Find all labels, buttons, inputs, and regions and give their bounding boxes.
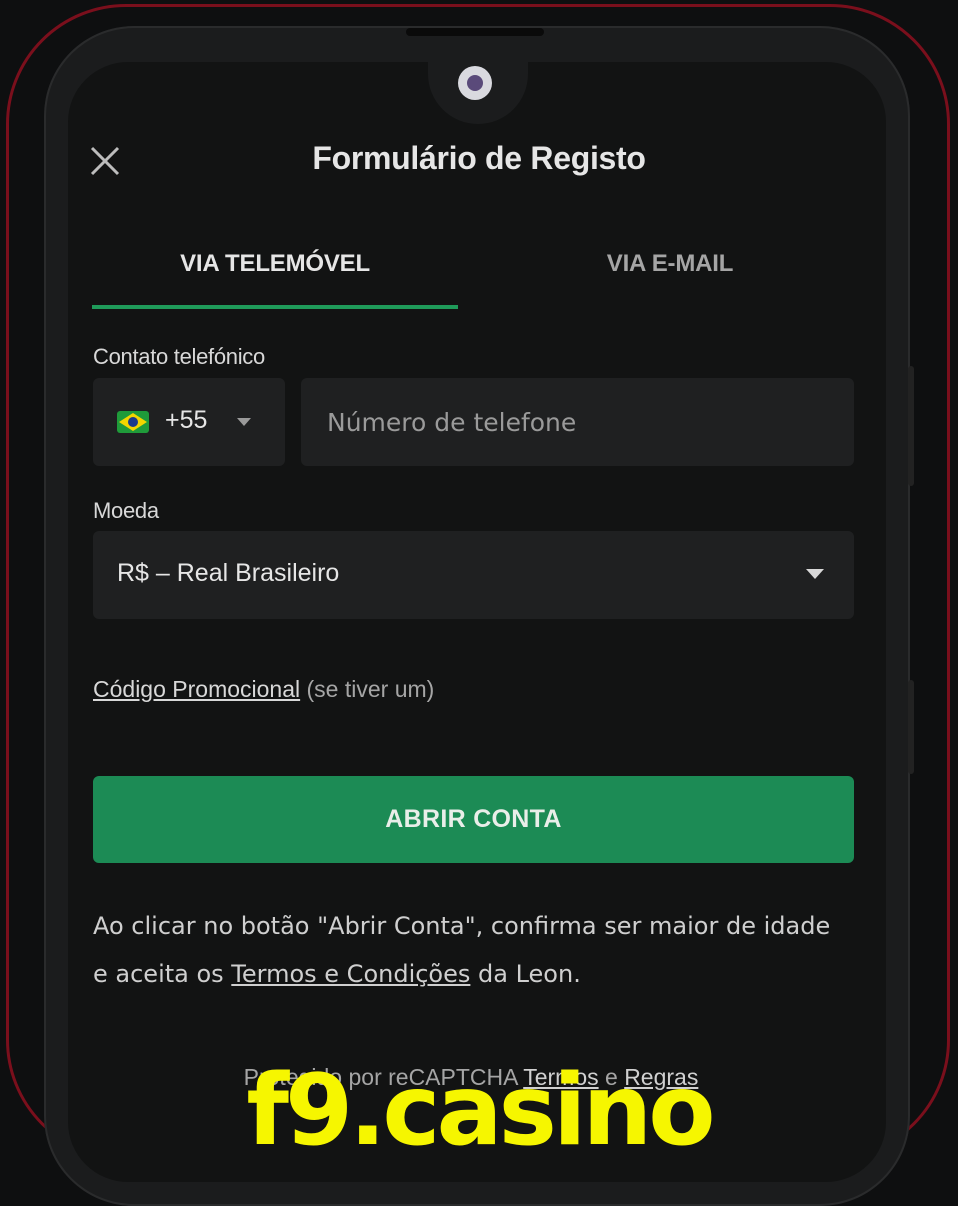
promo-hint: (se tiver um) <box>306 676 435 702</box>
tab-email[interactable]: VIA E-MAIL <box>470 250 870 278</box>
terms-disclaimer: Ao clicar no botão "Abrir Conta", confir… <box>93 902 833 998</box>
terms-link[interactable]: Termos e Condições <box>231 960 470 988</box>
page-title: Formulário de Registo <box>312 140 646 176</box>
phone-label: Contato telefónico <box>93 344 265 369</box>
tab-phone[interactable]: VIA TELEMÓVEL <box>92 250 458 278</box>
open-account-button[interactable]: ABRIR CONTA <box>93 776 854 863</box>
phone-number-input[interactable] <box>301 378 854 466</box>
side-button <box>908 366 914 486</box>
currency-value: R$ – Real Brasileiro <box>117 559 340 587</box>
disclaimer-text-end: da Leon. <box>470 960 581 988</box>
side-button <box>908 680 914 774</box>
caret-down-icon <box>237 418 251 426</box>
active-tab-indicator <box>92 305 458 309</box>
speaker-grille <box>406 28 544 36</box>
brazil-flag-icon <box>117 411 149 433</box>
promo-code-row: Código Promocional (se tiver um) <box>93 676 434 703</box>
currency-select[interactable]: R$ – Real Brasileiro <box>93 531 854 619</box>
camera-icon <box>458 66 492 100</box>
promo-code-link[interactable]: Código Promocional <box>93 676 300 702</box>
watermark-logo: f9.casino <box>246 1054 715 1168</box>
country-code-value: +55 <box>165 406 208 434</box>
phone-screen <box>68 62 886 1182</box>
currency-label: Moeda <box>93 498 159 523</box>
caret-down-icon <box>806 569 824 579</box>
country-code-select[interactable]: +55 <box>93 378 285 466</box>
